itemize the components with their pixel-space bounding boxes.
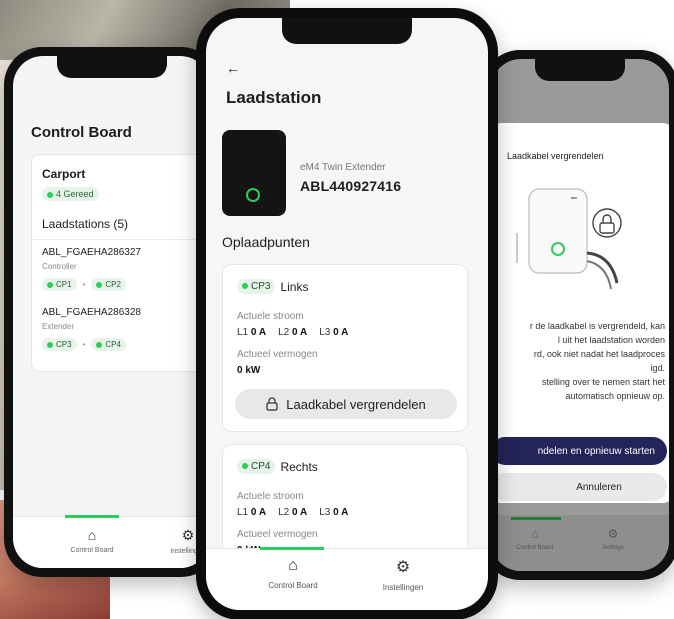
device-serial: ABL440927416 <box>300 178 402 194</box>
nav-control-board[interactable]: ⌂ Control Board <box>57 527 127 554</box>
nav-active-indicator <box>65 515 119 518</box>
status-badge: 4 Gereed <box>42 187 99 201</box>
phase-l3: L3 0 A <box>319 507 349 518</box>
nav-active-indicator <box>511 517 561 520</box>
charge-point-chip: CP4 <box>237 459 276 474</box>
section-heading: Oplaadpunten <box>222 234 310 250</box>
station-id[interactable]: ABL_FGAEHA286327 <box>42 247 141 258</box>
bottom-nav: ⌂ Control Board ⚙ Instellingen <box>13 515 210 568</box>
charger-led-ring <box>246 188 260 202</box>
nav-active-indicator <box>260 547 324 550</box>
back-arrow-icon[interactable]: ← <box>226 60 240 76</box>
bottom-nav: ⌂ Control Board ⚙ Settings <box>491 515 669 571</box>
charge-point-card: CP3 Links Actuele stroom L1 0 A L2 0 A L… <box>222 264 468 432</box>
page-title: Control Board <box>31 124 132 141</box>
phase-l3: L3 0 A <box>319 327 349 338</box>
charger-lock-illustration <box>516 188 622 290</box>
phone-lock-dialog: Laadkabel vergrendelen r de laadkabel is… <box>482 50 674 580</box>
phone-notch <box>56 56 167 78</box>
station-chips: CP3 • CP4 <box>42 338 126 351</box>
dialog-title: Laadkabel vergrendelen <box>507 151 604 161</box>
chip-separator: • <box>82 280 86 289</box>
current-label: Actuele stroom <box>237 311 304 322</box>
lock-cable-label: Laadkabel vergrendelen <box>286 396 426 412</box>
phone-control-board: Control Board Carport 4 Gereed Laadstati… <box>4 47 219 577</box>
lock-cable-button[interactable]: Laadkabel vergrendelen <box>235 389 457 419</box>
page-title: Laadstation <box>226 88 322 107</box>
phase-currents: L1 0 A L2 0 A L3 0 A <box>237 327 348 338</box>
device-model: eM4 Twin Extender <box>300 162 386 173</box>
phone-screen: Laadkabel vergrendelen r de laadkabel is… <box>491 59 669 571</box>
gear-icon: ⚙ <box>607 527 619 541</box>
station-role: Controller <box>42 262 77 271</box>
charge-point-chip[interactable]: CP2 <box>91 278 126 291</box>
carport-name: Carport <box>42 167 86 181</box>
divider <box>32 239 210 240</box>
power-label: Actueel vermogen <box>237 529 318 540</box>
home-icon: ⌂ <box>87 527 97 543</box>
dialog-body: r de laadkabel is vergrendeld, kan l uit… <box>529 321 665 401</box>
power-label: Actueel vermogen <box>237 349 318 360</box>
phase-l1: L1 0 A <box>237 327 267 338</box>
station-role: Extender <box>42 322 75 331</box>
stations-heading: Laadstations (5) <box>42 217 129 231</box>
charge-point-chip[interactable]: CP4 <box>91 338 126 351</box>
station-id[interactable]: ABL_FGAEHA286328 <box>42 307 141 318</box>
phase-l2: L2 0 A <box>278 327 308 338</box>
cancel-button[interactable]: Annuleren <box>491 473 667 501</box>
phase-l1: L1 0 A <box>237 507 267 518</box>
status-dot-icon <box>47 191 53 198</box>
status-dot-icon <box>47 341 53 348</box>
current-label: Actuele stroom <box>237 491 304 502</box>
nav-control-board[interactable]: ⌂ Control Board <box>505 527 565 551</box>
home-icon: ⌂ <box>288 557 298 574</box>
phone-notch <box>282 18 412 44</box>
bottom-nav: ⌂ Control Board ⚙ Instellingen <box>206 547 488 610</box>
phone-screen: Control Board Carport 4 Gereed Laadstati… <box>13 56 210 568</box>
phase-l2: L2 0 A <box>278 507 308 518</box>
status-dot-icon <box>47 281 53 288</box>
carport-card[interactable]: Carport 4 Gereed Laadstations (5) ABL_FG… <box>31 154 210 372</box>
lock-dialog-sheet: Laadkabel vergrendelen r de laadkabel is… <box>491 123 669 503</box>
charge-point-side: Links <box>280 279 309 294</box>
chip-separator: • <box>82 340 86 349</box>
home-icon: ⌂ <box>531 527 539 541</box>
charge-point-chip[interactable]: CP3 <box>42 338 77 351</box>
station-chips: CP1 • CP2 <box>42 278 126 291</box>
phase-currents: L1 0 A L2 0 A L3 0 A <box>237 507 348 518</box>
charge-point-header: CP4 Rechts <box>237 459 318 474</box>
phone-laadstation: ← Laadstation eM4 Twin Extender ABL44092… <box>196 8 498 619</box>
gear-icon: ⚙ <box>395 559 411 576</box>
status-dot-icon <box>242 283 248 290</box>
phone-screen: ← Laadstation eM4 Twin Extender ABL44092… <box>206 18 488 610</box>
charge-point-side: Rechts <box>280 459 318 474</box>
lock-and-restart-button[interactable]: ndelen en opnieuw starten <box>491 437 667 465</box>
status-dot-icon <box>96 281 103 288</box>
nav-settings[interactable]: ⚙ Instellingen <box>358 557 448 592</box>
status-dot-icon <box>242 463 248 470</box>
power-value: 0 kW <box>237 365 261 376</box>
status-dot-icon <box>96 341 103 348</box>
nav-settings[interactable]: ⚙ Settings <box>583 527 643 551</box>
charge-point-chip[interactable]: CP1 <box>42 278 77 291</box>
charger-image <box>222 130 286 216</box>
phone-notch <box>535 59 625 81</box>
charge-point-chip: CP3 <box>237 279 276 294</box>
lock-icon <box>266 397 278 411</box>
charge-point-header: CP3 Links <box>237 279 308 294</box>
nav-control-board[interactable]: ⌂ Control Board <box>248 557 338 590</box>
